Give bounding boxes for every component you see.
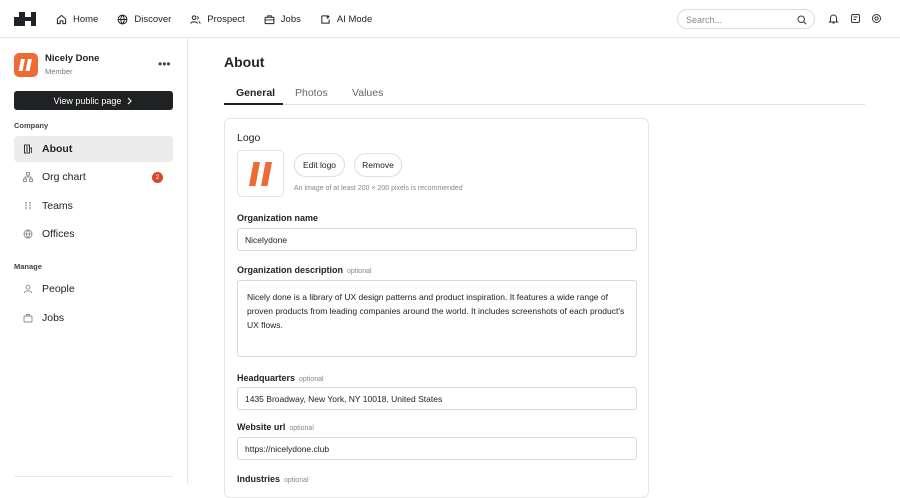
org-avatar: [14, 53, 38, 77]
sidebar-item-about[interactable]: About: [14, 136, 173, 162]
main-nav: Home Discover Prospect Jobs AI Mode: [56, 0, 391, 38]
teams-icon: [25, 202, 31, 210]
users-icon: [190, 14, 201, 24]
tab-photos[interactable]: Photos: [295, 81, 328, 105]
org-description-label: Organization description optional: [237, 265, 372, 275]
website-url-field[interactable]: [237, 437, 637, 460]
sidebar-item-about-label: About: [42, 143, 73, 155]
chevron-right-icon: [128, 97, 133, 104]
tab-bar: General Photos Values: [224, 81, 865, 105]
building-icon: [24, 144, 32, 154]
nicely-done-logo-icon: [18, 59, 32, 71]
website-url-label-text: Website url: [237, 422, 286, 432]
notification-badge: 2: [152, 172, 163, 183]
section-label-manage: Manage: [14, 262, 42, 271]
sidebar-item-org-chart[interactable]: Org chart 2: [14, 164, 173, 190]
logo-hint: An image of at least 200 × 200 pixels is…: [294, 185, 463, 192]
sidebar-item-teams-label: Teams: [42, 200, 73, 212]
sidebar-item-jobs-label: Jobs: [42, 312, 65, 324]
nav-discover-label: Discover: [134, 13, 172, 25]
nav-home-label: Home: [73, 13, 99, 25]
tab-values[interactable]: Values: [352, 81, 383, 105]
nav-jobs-label: Jobs: [280, 13, 301, 25]
sidebar-item-people[interactable]: People: [14, 276, 173, 302]
headquarters-label: Headquarters optional: [237, 373, 324, 383]
nav-prospect-label: Prospect: [207, 13, 245, 25]
optional-tag: optional: [347, 268, 372, 275]
org-name: Nicely Done: [45, 53, 100, 64]
nav-prospect[interactable]: Prospect: [190, 14, 245, 25]
org-description-field[interactable]: Nicely done is a library of UX design pa…: [237, 280, 637, 357]
search-icon[interactable]: [797, 15, 807, 25]
app-logo-icon[interactable]: [14, 10, 36, 26]
optional-tag: optional: [284, 477, 309, 484]
sidebar-item-org-chart-label: Org chart: [42, 171, 86, 183]
nav-ai-mode[interactable]: AI Mode: [320, 14, 372, 25]
org-chart-icon: [23, 172, 33, 182]
tab-general[interactable]: General: [224, 81, 283, 105]
sidebar-divider: [14, 476, 173, 477]
view-public-page-button[interactable]: View public page: [14, 91, 173, 110]
industries-label: Industries optional: [237, 474, 309, 484]
edit-logo-button[interactable]: Edit logo: [294, 153, 345, 177]
settings-icon[interactable]: [871, 13, 882, 24]
optional-tag: optional: [289, 425, 314, 432]
sidebar-item-jobs[interactable]: Jobs: [14, 305, 173, 331]
general-settings-card: Logo Edit logo Remove An image of at lea…: [224, 118, 649, 498]
briefcase-icon: [264, 14, 275, 24]
org-name-field[interactable]: [237, 228, 637, 251]
search-input[interactable]: [686, 13, 796, 26]
org-logo-preview: [237, 150, 284, 197]
org-role: Member: [45, 67, 73, 76]
headquarters-label-text: Headquarters: [237, 373, 296, 383]
search-box[interactable]: [677, 9, 815, 29]
home-icon: [56, 14, 67, 24]
headquarters-field[interactable]: [237, 387, 637, 410]
bell-icon[interactable]: [828, 13, 839, 24]
sparkle-icon: [321, 14, 330, 24]
org-name-label: Organization name: [237, 213, 319, 223]
sidebar-item-teams[interactable]: Teams: [14, 193, 173, 219]
website-url-label: Website url optional: [237, 422, 314, 432]
sidebar: Nicely Done Member ••• View public page …: [0, 38, 188, 484]
sidebar-item-people-label: People: [42, 283, 75, 295]
section-label-company: Company: [14, 121, 49, 130]
sidebar-item-offices[interactable]: Offices: [14, 221, 173, 247]
nicely-done-logo-icon: [249, 162, 272, 186]
nav-jobs[interactable]: Jobs: [264, 14, 301, 25]
briefcase-icon: [23, 314, 33, 323]
top-navigation-bar: Home Discover Prospect Jobs AI Mode: [0, 0, 900, 38]
page-title: About: [224, 54, 265, 70]
remove-logo-button[interactable]: Remove: [354, 153, 402, 177]
person-icon: [23, 284, 33, 294]
nav-discover[interactable]: Discover: [117, 14, 171, 25]
optional-tag: optional: [299, 376, 324, 383]
nav-home[interactable]: Home: [56, 14, 98, 25]
inbox-icon[interactable]: [850, 13, 861, 24]
nav-ai-mode-label: AI Mode: [336, 13, 373, 25]
view-public-page-label: View public page: [53, 95, 122, 106]
logo-label: Logo: [237, 132, 261, 144]
more-options-button[interactable]: •••: [158, 57, 171, 71]
globe-icon: [117, 14, 128, 25]
org-description-label-text: Organization description: [237, 265, 344, 275]
globe-icon: [23, 229, 33, 239]
sidebar-item-offices-label: Offices: [42, 228, 75, 240]
industries-label-text: Industries: [237, 474, 281, 484]
